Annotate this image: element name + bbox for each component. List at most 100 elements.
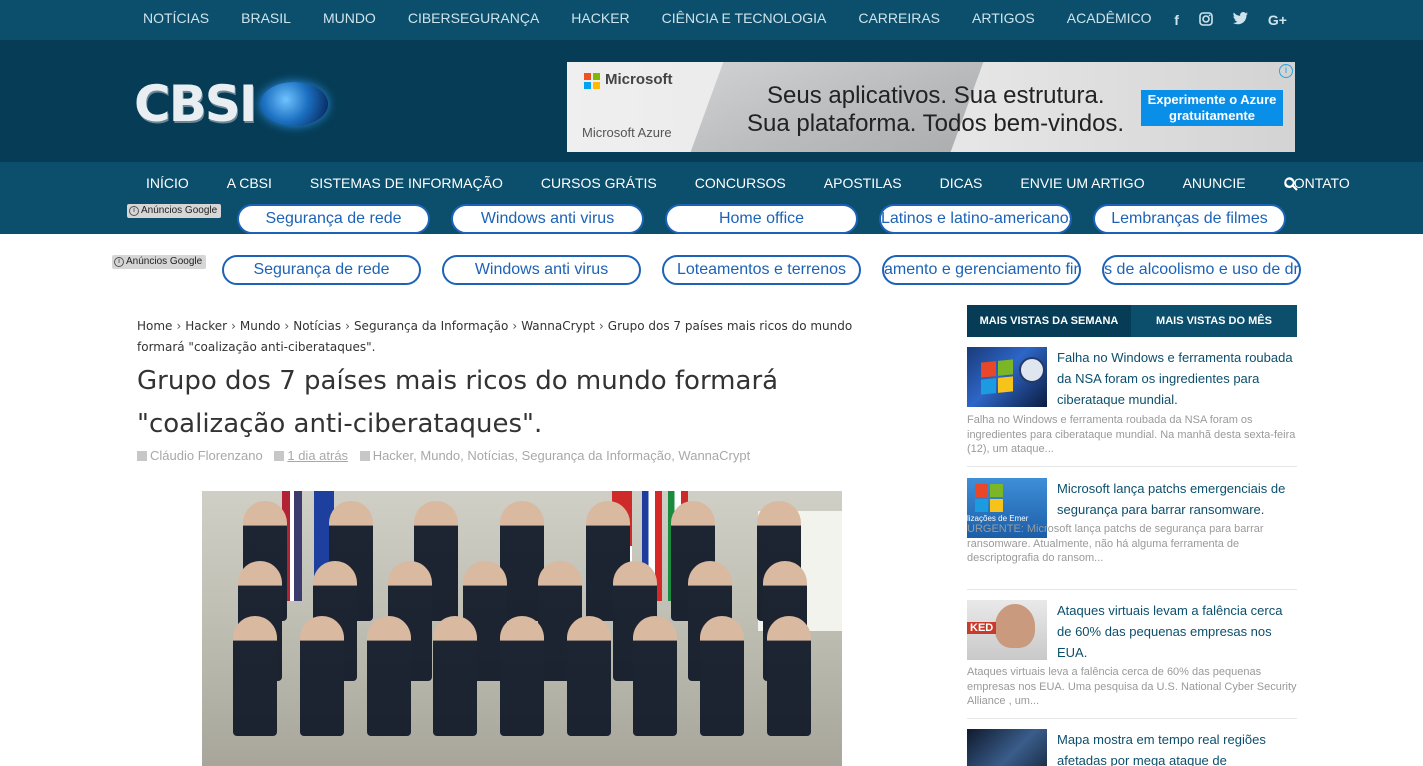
nav-cursos-gratis[interactable]: CURSOS GRÁTIS: [522, 162, 676, 204]
breadcrumb-hacker[interactable]: Hacker: [185, 319, 227, 333]
twitter-icon[interactable]: [1232, 12, 1248, 28]
meta-category-mundo[interactable]: Mundo: [420, 448, 460, 463]
meta-category-wannacrypt[interactable]: WannaCrypt: [678, 448, 750, 463]
sidebar-post-2: lizações de Emer Microsoft lança patchs …: [967, 478, 1297, 598]
post-thumbnail-4[interactable]: [967, 729, 1047, 766]
ad-pill-alcoolismo[interactable]: s de alcoolismo e uso de dr: [1102, 255, 1301, 285]
top-bar: NOTÍCIAS BRASIL MUNDO CIBERSEGURANÇA HAC…: [0, 0, 1423, 40]
site-logo[interactable]: CBSI: [134, 76, 334, 132]
person-figure: [566, 616, 611, 736]
post-thumbnail-3[interactable]: KED: [967, 600, 1047, 660]
breadcrumb-wannacrypt[interactable]: WannaCrypt: [521, 319, 595, 333]
ad-info-icon[interactable]: i: [1279, 64, 1293, 78]
nav-sistemas-informacao[interactable]: SISTEMAS DE INFORMAÇÃO: [291, 162, 522, 204]
folder-icon: [359, 451, 370, 461]
sidebar-tabs: MAIS VISTAS DA SEMANA MAIS VISTAS DO MÊS: [967, 305, 1297, 337]
ad-headline-1: Seus aplicativos. Sua estrutura.: [767, 82, 1105, 109]
top-nav-carreiras[interactable]: CARREIRAS: [842, 0, 956, 40]
sidebar-post-title-4[interactable]: Mapa mostra em tempo real regiões afetad…: [1057, 729, 1297, 766]
ad-cta-button[interactable]: Experimente o Azure gratuitamente: [1141, 90, 1283, 126]
meta-category-seguranca[interactable]: Segurança da Informação: [522, 448, 672, 463]
google-ads-label[interactable]: i Anúncios Google: [127, 204, 222, 218]
ms-logo-green: [593, 73, 600, 80]
article-title: Grupo dos 7 países mais ricos do mundo f…: [137, 366, 779, 439]
breadcrumb-home[interactable]: Home: [137, 319, 172, 333]
win-yellow: [998, 376, 1013, 393]
post-thumbnail-1[interactable]: [967, 347, 1047, 407]
nav-envie-artigo[interactable]: ENVIE UM ARTIGO: [1001, 162, 1163, 204]
article-author[interactable]: Cláudio Florenzano: [150, 448, 263, 463]
ad-pill-home-office[interactable]: Home office: [665, 204, 858, 234]
person-head-image: [995, 604, 1035, 648]
azure-ad-banner[interactable]: Microsoft Microsoft Azure Seus aplicativ…: [567, 62, 1295, 152]
meta-category-noticias[interactable]: Notícias: [467, 448, 514, 463]
person-figure: [233, 616, 278, 736]
facebook-icon[interactable]: f: [1174, 12, 1179, 28]
nav-contato[interactable]: CONTATO: [1265, 162, 1369, 204]
ad-pill-windows-antivirus[interactable]: Windows anti virus: [451, 204, 644, 234]
ms-logo-blue: [584, 82, 591, 89]
nav-dicas[interactable]: DICAS: [921, 162, 1002, 204]
nav-inicio[interactable]: INÍCIO: [127, 162, 208, 204]
search-icon[interactable]: [1284, 177, 1298, 191]
ad-pill-gerenciamento[interactable]: amento e gerenciamento fina: [882, 255, 1081, 285]
windows-logo-icon: [975, 484, 1003, 512]
nav-a-cbsi[interactable]: A CBSI: [208, 162, 291, 204]
top-nav-academico[interactable]: ACADÊMICO: [1051, 0, 1168, 40]
breadcrumb-mundo[interactable]: Mundo: [240, 319, 281, 333]
top-nav-artigos[interactable]: ARTIGOS: [956, 0, 1051, 40]
microsoft-logo-icon: [584, 73, 600, 89]
breadcrumb-separator: ›: [345, 319, 350, 333]
sidebar-post-title-1[interactable]: Falha no Windows e ferramenta roubada da…: [1057, 347, 1297, 410]
breadcrumb-separator: ›: [176, 319, 182, 333]
author-icon: [137, 451, 147, 461]
info-icon-2: i: [114, 257, 124, 267]
breadcrumb-seguranca[interactable]: Segurança da Informação: [354, 319, 508, 333]
ad-pill-seguranca-rede-2[interactable]: Segurança de rede: [222, 255, 421, 285]
social-links: f G+: [1174, 0, 1287, 40]
top-nav-ciencia-tecnologia[interactable]: CIÊNCIA E TECNOLOGIA: [646, 0, 843, 40]
breadcrumb-separator: ›: [284, 319, 290, 333]
nav-anuncie[interactable]: ANUNCIE: [1164, 162, 1265, 204]
sidebar-post-excerpt-2: URGENTE: Microsoft lança patchs de segur…: [967, 523, 1264, 564]
top-nav: NOTÍCIAS BRASIL MUNDO CIBERSEGURANÇA HAC…: [127, 0, 1168, 40]
person-figure: [499, 616, 544, 736]
top-nav-ciberseguranca[interactable]: CIBERSEGURANÇA: [392, 0, 555, 40]
instagram-icon[interactable]: [1199, 11, 1213, 29]
top-nav-hacker[interactable]: HACKER: [555, 0, 645, 40]
breadcrumb-noticias[interactable]: Notícias: [293, 319, 341, 333]
top-nav-noticias[interactable]: NOTÍCIAS: [127, 0, 225, 40]
windows-logo-icon: [981, 359, 1013, 395]
google-ads-label-2[interactable]: i Anúncios Google: [112, 255, 207, 269]
breadcrumb-separator: ›: [512, 319, 518, 333]
tab-mais-vistas-mes[interactable]: MAIS VISTAS DO MÊS: [1131, 305, 1297, 337]
top-nav-mundo[interactable]: MUNDO: [307, 0, 392, 40]
top-nav-brasil[interactable]: BRASIL: [225, 0, 307, 40]
sidebar-post-excerpt-3: Ataques virtuais leva a falência cerca d…: [967, 666, 1297, 707]
win-blue: [981, 378, 996, 395]
breadcrumb-separator: ›: [598, 319, 604, 333]
sidebar-post-4: Mapa mostra em tempo real regiões afetad…: [967, 729, 1297, 766]
ad-headline-2: Sua plataforma. Todos bem-vindos.: [747, 110, 1125, 137]
article-photo: [202, 491, 842, 766]
person-figure: [366, 616, 411, 736]
ad-pill-latinos[interactable]: Latinos e latino-americanos: [879, 204, 1072, 234]
nav-concursos[interactable]: CONCURSOS: [676, 162, 805, 204]
ad-pill-windows-antivirus-2[interactable]: Windows anti virus: [442, 255, 641, 285]
sidebar-post-title-3[interactable]: Ataques virtuais levam a falência cerca …: [1057, 600, 1297, 663]
ad-pill-loteamentos[interactable]: Loteamentos e terrenos: [662, 255, 861, 285]
article-date[interactable]: 1 dia atrás: [287, 448, 348, 463]
win-blue: [975, 499, 988, 512]
site-header: CBSI Microsoft Microsoft Azure Seus apli…: [0, 40, 1423, 162]
clock-icon: [274, 451, 285, 461]
ad-pill-lembrancas-filmes[interactable]: Lembranças de filmes: [1093, 204, 1286, 234]
tab-mais-vistas-semana[interactable]: MAIS VISTAS DA SEMANA: [967, 305, 1131, 337]
meta-category-hacker[interactable]: Hacker: [373, 448, 413, 463]
sidebar-post-title-2[interactable]: Microsoft lança patchs emergenciais de s…: [1057, 478, 1297, 520]
person-figure: [633, 616, 678, 736]
nav-apostilas[interactable]: APOSTILAS: [805, 162, 921, 204]
win-red: [981, 361, 996, 378]
googleplus-icon[interactable]: G+: [1268, 12, 1287, 28]
ad-pill-seguranca-rede[interactable]: Segurança de rede: [237, 204, 430, 234]
nsa-seal-icon: [1019, 357, 1045, 383]
